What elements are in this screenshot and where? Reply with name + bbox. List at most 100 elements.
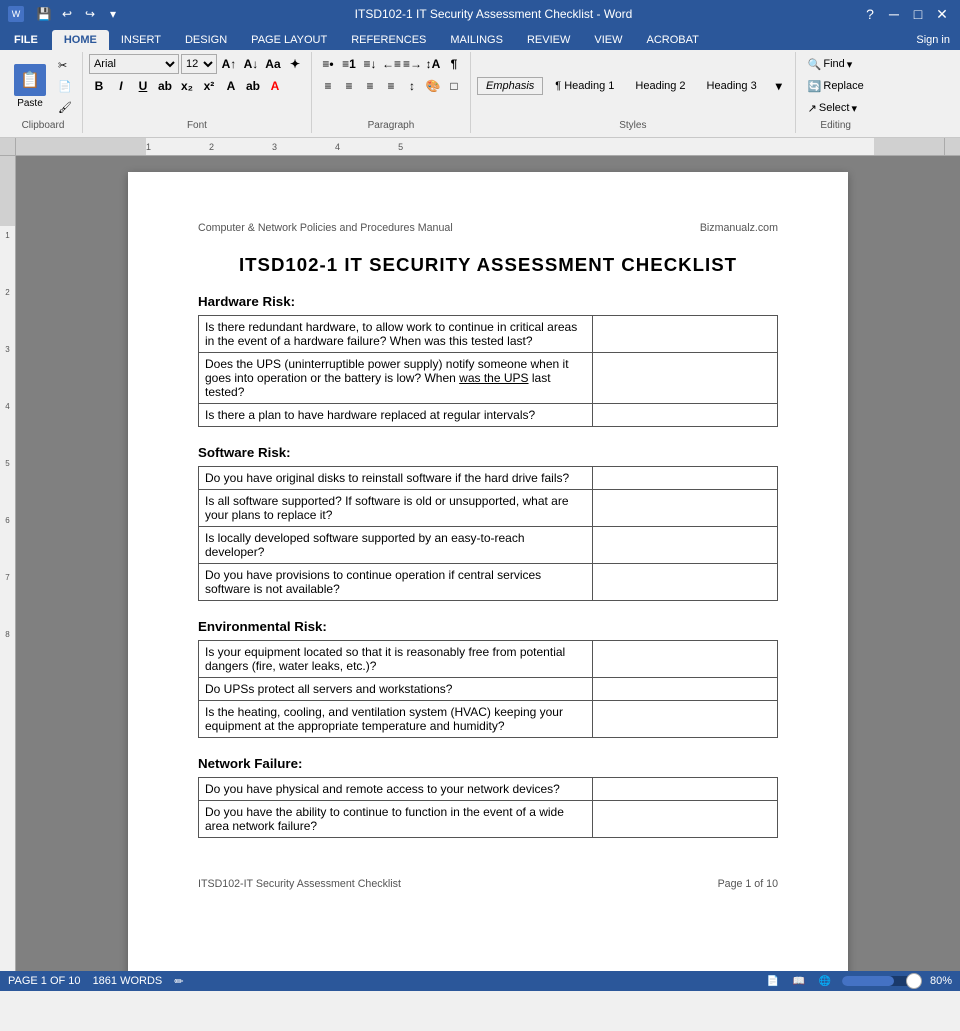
cut-button[interactable]: ✂ — [54, 55, 76, 75]
font-size-select[interactable]: 12 — [181, 54, 217, 74]
sort-btn[interactable]: ↕A — [423, 54, 443, 74]
answer-cell — [592, 778, 777, 801]
document-area: 1 2 3 4 5 6 7 8 Computer & Network Polic… — [0, 156, 960, 971]
tab-design[interactable]: DESIGN — [173, 30, 239, 50]
style-heading1[interactable]: ¶ Heading 1 — [546, 77, 623, 95]
document-scroll[interactable]: Computer & Network Policies and Procedur… — [16, 156, 960, 971]
table-row: Does the UPS (uninterruptible power supp… — [199, 353, 778, 404]
styles-gallery-more[interactable]: ▾ — [769, 76, 789, 96]
footer-left: ITSD102-IT Security Assessment Checklist — [198, 878, 401, 890]
table-row: Is the heating, cooling, and ventilation… — [199, 701, 778, 738]
font-name-select[interactable]: Arial — [89, 54, 179, 74]
borders-btn[interactable]: □ — [444, 76, 464, 96]
font-group: Arial 12 A↑ A↓ Aa ✦ B I U ab x₂ x² — [83, 52, 312, 133]
undo-button[interactable]: ↩ — [57, 4, 77, 24]
tab-home[interactable]: HOME — [52, 30, 109, 50]
environmental-risk-table: Is your equipment located so that it is … — [198, 640, 778, 738]
bullets-btn[interactable]: ≡• — [318, 54, 338, 74]
save-button[interactable]: 💾 — [34, 4, 54, 24]
paragraph-group: ≡• ≡1 ≡↓ ←≡ ≡→ ↕A ¶ ≡ ≡ ≡ ≡ ↕ 🎨 □ — [312, 52, 471, 133]
help-button[interactable]: ? — [860, 4, 880, 24]
show-marks-btn[interactable]: ¶ — [444, 54, 464, 74]
highlight-btn[interactable]: ab — [243, 76, 263, 96]
title-bar: W 💾 ↩ ↪ ▾ ITSD102-1 IT Security Assessme… — [0, 0, 960, 28]
justify-btn[interactable]: ≡ — [381, 76, 401, 96]
strikethrough-btn[interactable]: ab — [155, 76, 175, 96]
maximize-button[interactable]: □ — [908, 4, 928, 24]
question-cell: Is all software supported? If software i… — [199, 490, 593, 527]
table-row: Do you have provisions to continue opera… — [199, 564, 778, 601]
replace-button[interactable]: 🔄 Replace — [804, 76, 868, 96]
sign-in-link[interactable]: Sign in — [906, 30, 960, 50]
zoom-slider[interactable] — [842, 976, 922, 986]
increase-font-btn[interactable]: A↑ — [219, 54, 239, 74]
tab-references[interactable]: REFERENCES — [339, 30, 438, 50]
align-center-btn[interactable]: ≡ — [339, 76, 359, 96]
clear-format-btn[interactable]: ✦ — [285, 54, 305, 74]
tab-page-layout[interactable]: PAGE LAYOUT — [239, 30, 339, 50]
font-color-btn[interactable]: A — [265, 76, 285, 96]
table-row: Is your equipment located so that it is … — [199, 641, 778, 678]
multilevel-btn[interactable]: ≡↓ — [360, 54, 380, 74]
text-effects-btn[interactable]: A — [221, 76, 241, 96]
align-right-btn[interactable]: ≡ — [360, 76, 380, 96]
tab-view[interactable]: VIEW — [582, 30, 634, 50]
styles-label: Styles — [619, 120, 646, 131]
numbering-btn[interactable]: ≡1 — [339, 54, 359, 74]
tab-review[interactable]: REVIEW — [515, 30, 582, 50]
page-footer: ITSD102-IT Security Assessment Checklist… — [198, 878, 778, 890]
ruler-horizontal: 12345 — [16, 138, 944, 156]
style-heading2[interactable]: Heading 2 — [626, 77, 694, 95]
decrease-font-btn[interactable]: A↓ — [241, 54, 261, 74]
edit-icon[interactable]: ✏ — [174, 975, 183, 988]
table-row: Is locally developed software supported … — [199, 527, 778, 564]
align-left-btn[interactable]: ≡ — [318, 76, 338, 96]
decrease-indent-btn[interactable]: ←≡ — [381, 54, 401, 74]
section-environmental: Environmental Risk: Is your equipment lo… — [198, 619, 778, 738]
status-left: PAGE 1 OF 10 1861 WORDS ✏ — [8, 975, 183, 988]
print-layout-view-btn[interactable]: 📄 — [764, 972, 782, 990]
tab-mailings[interactable]: MAILINGS — [438, 30, 515, 50]
minimize-button[interactable]: ─ — [884, 4, 904, 24]
find-button[interactable]: 🔍 Find ▾ — [804, 54, 868, 74]
paste-button[interactable]: 📋 Paste — [10, 61, 50, 111]
web-layout-btn[interactable]: 🌐 — [816, 972, 834, 990]
software-risk-table: Do you have original disks to reinstall … — [198, 466, 778, 601]
select-button[interactable]: ↗ Select ▾ — [804, 98, 868, 118]
shading-btn[interactable]: 🎨 — [423, 76, 443, 96]
italic-button[interactable]: I — [111, 76, 131, 96]
page-info: PAGE 1 OF 10 — [8, 975, 81, 987]
answer-cell — [592, 801, 777, 838]
tab-acrobat[interactable]: ACROBAT — [634, 30, 710, 50]
clipboard-group: 📋 Paste ✂ 📄 🖌 Clipboard — [4, 52, 83, 133]
underline-button[interactable]: U — [133, 76, 153, 96]
format-painter-button[interactable]: 🖌 — [54, 97, 76, 117]
redo-button[interactable]: ↪ — [80, 4, 100, 24]
ruler-vertical: 1 2 3 4 5 6 7 8 — [0, 156, 16, 971]
tab-insert[interactable]: INSERT — [109, 30, 173, 50]
style-heading3[interactable]: Heading 3 — [698, 77, 766, 95]
subscript-btn[interactable]: x₂ — [177, 76, 197, 96]
tab-file[interactable]: FILE — [0, 30, 52, 50]
question-cell: Is the heating, cooling, and ventilation… — [199, 701, 593, 738]
window-controls: ? ─ □ ✕ — [860, 4, 952, 24]
question-cell: Do you have original disks to reinstall … — [199, 467, 593, 490]
table-row: Do you have original disks to reinstall … — [199, 467, 778, 490]
font-label: Font — [187, 120, 207, 131]
answer-cell — [592, 353, 777, 404]
close-button[interactable]: ✕ — [932, 4, 952, 24]
table-row: Is there a plan to have hardware replace… — [199, 404, 778, 427]
bold-button[interactable]: B — [89, 76, 109, 96]
read-mode-btn[interactable]: 📖 — [790, 972, 808, 990]
change-case-btn[interactable]: Aa — [263, 54, 283, 74]
copy-button[interactable]: 📄 — [54, 76, 76, 96]
superscript-btn[interactable]: x² — [199, 76, 219, 96]
environmental-risk-title: Environmental Risk: — [198, 619, 778, 634]
qat-dropdown[interactable]: ▾ — [103, 4, 123, 24]
increase-indent-btn[interactable]: ≡→ — [402, 54, 422, 74]
style-emphasis[interactable]: Emphasis — [477, 77, 543, 95]
line-spacing-btn[interactable]: ↕ — [402, 76, 422, 96]
quick-access-toolbar: 💾 ↩ ↪ ▾ — [30, 4, 127, 24]
page-header: Computer & Network Policies and Procedur… — [198, 222, 778, 234]
styles-group: Emphasis ¶ Heading 1 Heading 2 Heading 3… — [471, 52, 796, 133]
